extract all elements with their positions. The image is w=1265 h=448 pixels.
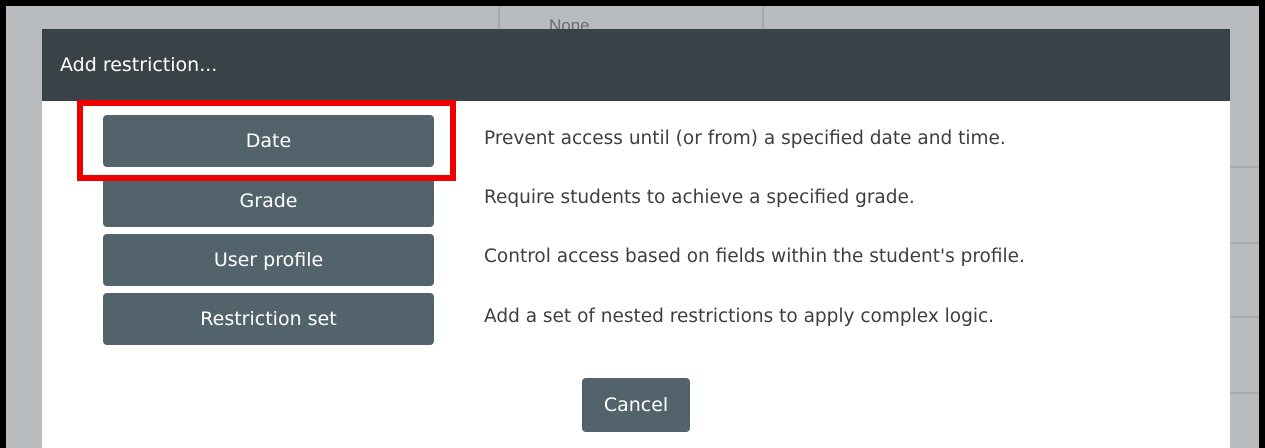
date-button[interactable]: Date — [103, 115, 434, 167]
user-profile-description: Control access based on fields within th… — [484, 246, 1025, 267]
frame-border-right — [1259, 0, 1265, 448]
background-table-divider — [762, 6, 764, 29]
background-table-divider — [1230, 242, 1259, 244]
grade-button-label: Grade — [239, 190, 298, 212]
date-description: Prevent access until (or from) a specifi… — [484, 128, 1006, 149]
restriction-set-button-label: Restriction set — [200, 308, 337, 330]
grade-button[interactable]: Grade — [103, 175, 434, 227]
restriction-set-description: Add a set of nested restrictions to appl… — [484, 306, 995, 327]
cancel-button[interactable]: Cancel — [582, 378, 690, 432]
date-button-label: Date — [245, 130, 292, 152]
background-table-divider — [1230, 392, 1259, 394]
cancel-button-label: Cancel — [603, 394, 669, 416]
background-table-divider — [498, 6, 500, 29]
background-table-divider — [1230, 316, 1259, 318]
restriction-set-button[interactable]: Restriction set — [103, 293, 434, 345]
dialog-title: Add restriction... — [60, 54, 218, 76]
user-profile-button[interactable]: User profile — [103, 234, 434, 286]
user-profile-button-label: User profile — [213, 249, 324, 271]
grade-description: Require students to achieve a specified … — [484, 187, 915, 208]
background-table-divider — [1230, 166, 1259, 168]
dialog-header: Add restriction... — [42, 29, 1230, 101]
